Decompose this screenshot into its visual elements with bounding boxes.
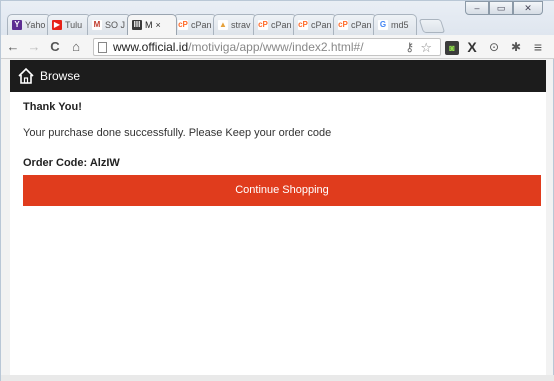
url-path: /motiviga/app/www/index2.html#/ [188,40,364,54]
tab-label: cPan [311,20,332,30]
browser-tab[interactable]: M SO J [87,14,131,35]
tab-favicon-icon: ▲ [218,20,228,30]
tab-favicon-icon: III [132,20,142,30]
reload-button[interactable]: C [46,39,64,54]
browser-tab[interactable]: ▲ strav [213,14,257,35]
app-header: Browse [10,60,546,92]
home-icon[interactable] [17,67,35,85]
browser-toolbar: ← → C ⌂ www.official.id /motiviga/app/ww… [1,35,554,59]
continue-shopping-button[interactable]: Continue Shopping [23,175,541,206]
extension-icon-1[interactable]: ◙ [445,40,459,55]
browser-tab[interactable]: Gmd5 [373,14,417,35]
bookmark-star-icon[interactable]: ☆ [420,40,432,56]
success-message: Your purchase done successfully. Please … [23,127,332,139]
key-icon[interactable]: ⚷ [405,40,414,54]
tab-favicon-icon: cP [298,20,308,30]
home-button[interactable]: ⌂ [67,39,85,54]
address-bar[interactable]: www.official.id /motiviga/app/www/index2… [93,38,441,56]
tab-label: M [145,20,153,30]
thank-you-heading: Thank You! [23,101,82,113]
tab-favicon-icon: ▶ [52,20,62,30]
maximize-button[interactable]: ▭ [489,1,513,15]
url-host: www.official.id [113,40,189,54]
confirmation-panel: Thank You! Your purchase done successful… [10,92,546,206]
extension-puzzle-icon[interactable]: ✱ [507,38,525,56]
extension-area: ◙ X ⊙ ✱ ≡ [445,38,551,56]
tab-label: Yaho [25,20,46,30]
back-button[interactable]: ← [4,39,22,54]
tab-strip: Y Yaho ▶ Tulu M SO J III M × cP cPan ▲ strav cP cPan cP… [1,1,554,35]
tab-favicon-icon: cP [338,20,348,30]
browser-tab[interactable]: cP cPan [173,14,217,35]
close-window-button[interactable]: ✕ [513,1,543,15]
window-controls: ‒ ▭ ✕ [465,1,543,15]
close-tab-icon[interactable]: × [156,20,161,30]
tab-label: strav [231,20,251,30]
tab-label: cPan [351,20,372,30]
tab-label: cPan [191,20,212,30]
tab-favicon-icon: cP [258,20,268,30]
browser-tab[interactable]: ▶ Tulu [47,14,91,35]
browser-window: Y Yaho ▶ Tulu M SO J III M × cP cPan ▲ strav cP cPan cP… [0,0,554,381]
app-title[interactable]: Browse [40,69,80,83]
browser-tab-active[interactable]: III M × [127,14,177,35]
forward-button[interactable]: → [25,39,43,54]
tab-favicon-icon: G [378,20,388,30]
tab-label: SO J [105,20,126,30]
tab-favicon-icon: Y [12,20,22,30]
tab-favicon-icon: cP [178,20,188,30]
tab-favicon-icon: M [92,20,102,30]
window-bottom-edge [1,375,554,381]
extension-x-icon[interactable]: X [463,38,481,56]
extension-circle-icon[interactable]: ⊙ [485,38,503,56]
tab-label: md5 [391,20,409,30]
menu-icon[interactable]: ≡ [529,38,547,56]
browser-tab[interactable]: cP cPan [333,14,377,35]
browser-tab[interactable]: cP cPan [253,14,297,35]
minimize-button[interactable]: ‒ [465,1,489,15]
tab-list: Y Yaho ▶ Tulu M SO J III M × cP cPan ▲ strav cP cPan cP… [7,14,446,35]
page-icon [98,41,107,53]
page-viewport: Browse Thank You! Your purchase done suc… [10,60,546,375]
tab-label: Tulu [65,20,83,30]
order-code: Order Code: AlzIW [23,157,120,169]
tab-label: cPan [271,20,292,30]
browser-tab[interactable]: cP cPan [293,14,337,35]
new-tab-button[interactable] [418,19,446,33]
browser-tab[interactable]: Y Yaho [7,14,51,35]
